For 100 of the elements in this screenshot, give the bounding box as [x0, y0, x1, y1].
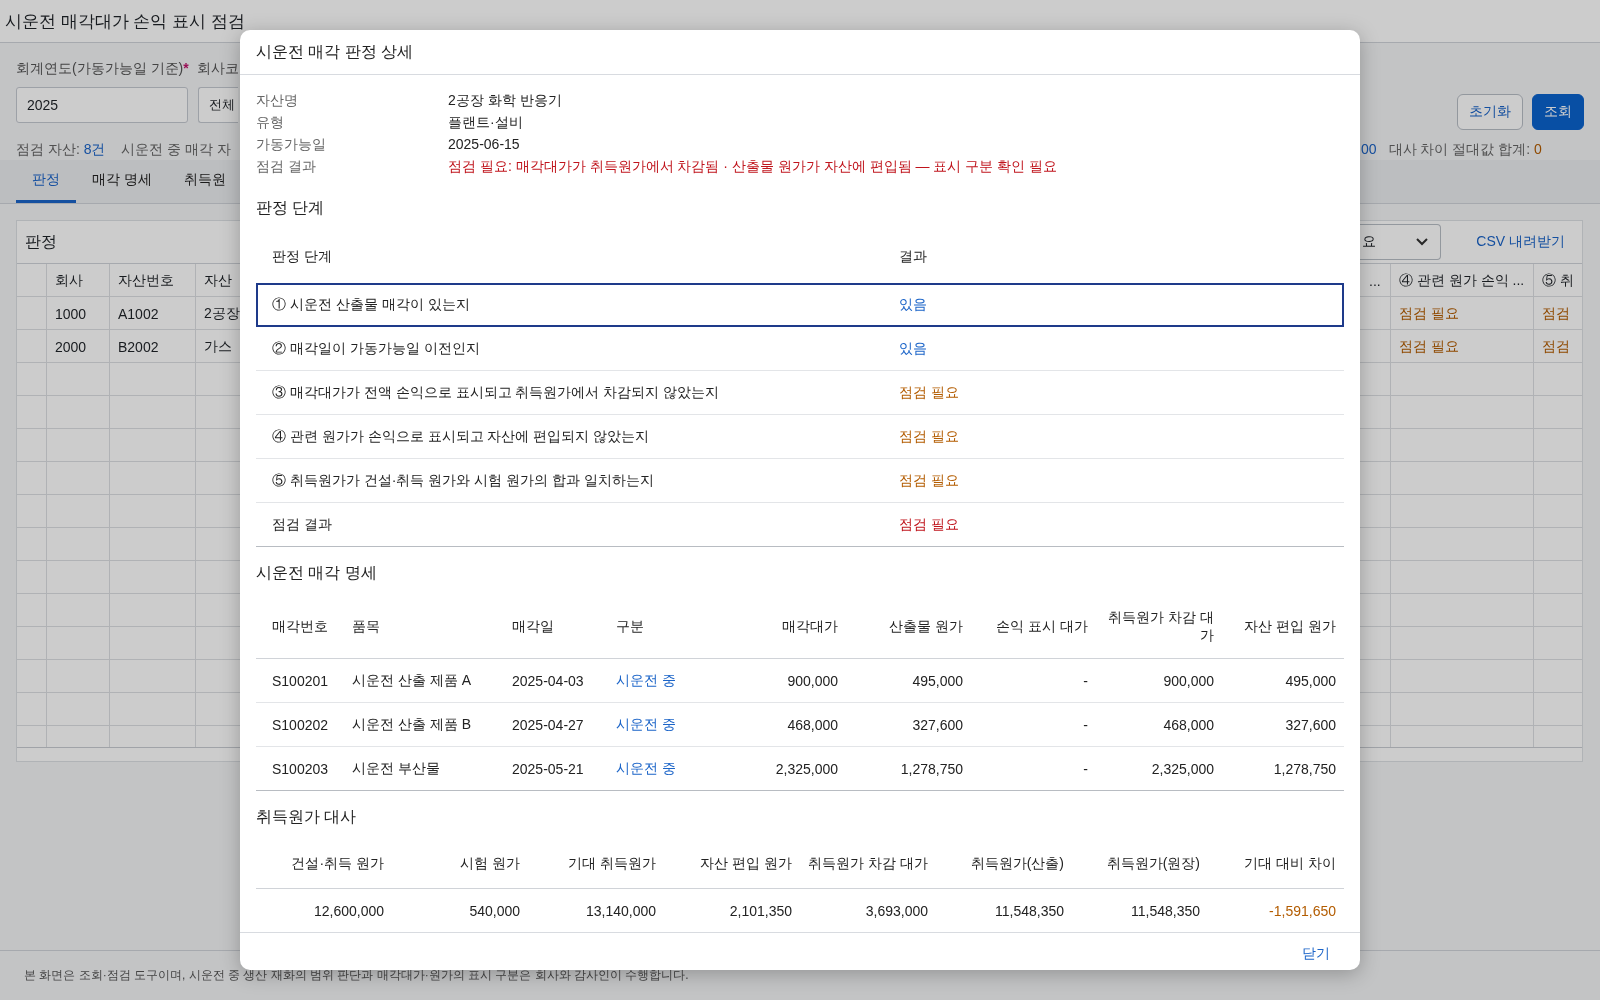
close-button[interactable]: 닫기	[1298, 941, 1334, 967]
summary-value: 0	[1534, 141, 1542, 157]
column-header: 취득원가(원장)	[1105, 855, 1201, 873]
step-row[interactable]: ④ 관련 원가가 손익으로 표시되고 자산에 편입되지 않았는지 점검 필요	[256, 415, 1344, 459]
column-header: ...	[1368, 271, 1382, 291]
section-title: 판정 단계	[256, 198, 326, 218]
tab[interactable]: 판정	[16, 160, 76, 203]
column-header: 손익 표시 대가	[995, 618, 1089, 636]
column-header: 산출물 원가	[888, 618, 964, 636]
column-header: 매각대가	[781, 618, 839, 636]
column-header: 자산	[203, 270, 233, 290]
table-cell-text: -	[1082, 760, 1089, 777]
csv-download-link[interactable]: CSV 내려받기	[1476, 233, 1565, 251]
summary-value: 00	[1361, 141, 1377, 157]
step-row[interactable]: ② 매각일이 가동가능일 이전인지 있음	[256, 327, 1344, 371]
column-header: 결과	[899, 248, 928, 266]
section-title: 취득원가 대사	[256, 807, 358, 827]
column-header: 취득원가(산출)	[969, 855, 1065, 873]
field-label: 자산명	[256, 91, 299, 110]
table-cell-text: 점검 필요	[1398, 336, 1460, 356]
table-cell-text: 495,000	[911, 672, 964, 689]
summary-label: 점검 자산:	[16, 141, 80, 157]
column-header: 매각일	[512, 618, 555, 636]
field-label: 회계연도(가동가능일 기준)*	[16, 60, 189, 78]
table-cell-text: 13,140,000	[584, 902, 657, 919]
tab[interactable]: 취득원	[167, 160, 226, 203]
summary-label: 대사 차이 절대값 합계:	[1388, 141, 1531, 157]
table-cell-text: 540,000	[468, 902, 521, 919]
table-cell-text: B2002	[117, 337, 160, 357]
year-field[interactable]: 2025	[16, 87, 188, 123]
company-select[interactable]: 전체	[198, 87, 238, 123]
field-label: 가동가능일	[256, 135, 327, 154]
table-cell-text: S100202	[271, 716, 330, 733]
reset-button[interactable]: 초기화	[1457, 94, 1523, 130]
table-cell-text: 3,693,000	[864, 902, 929, 919]
column-header: 자산 편입 원가	[1243, 618, 1337, 636]
field-label: 회사코	[196, 60, 239, 78]
field-value: 2공장 화학 반응기	[448, 91, 563, 110]
column-header: 구분	[616, 618, 645, 636]
table-cell-text: 468,000	[1162, 716, 1215, 733]
table-cell-text: 1,278,750	[899, 760, 964, 777]
tab[interactable]: 매각 명세	[76, 160, 168, 203]
table-cell-text: 11,548,350	[1129, 902, 1201, 919]
column-header: 건설·취득 원가	[290, 855, 385, 873]
table-cell-text: S100203	[271, 760, 330, 777]
column-header: 회사	[54, 270, 84, 290]
table-cell-text: 468,000	[786, 716, 839, 733]
column-header: 매각번호	[271, 618, 329, 636]
table-cell-text: 시운전 중	[616, 759, 677, 778]
table-cell-text: 1000	[54, 304, 88, 324]
column-header: ④ 관련 원가 손익 ...	[1398, 270, 1526, 290]
table-cell-text: -	[1082, 716, 1089, 733]
column-header: 품목	[352, 618, 381, 636]
table-cell-text: 점검 필요	[1398, 303, 1460, 323]
table-cell-text: 시운전 중	[616, 715, 677, 734]
chevron-down-icon	[1416, 238, 1429, 246]
table-cell-text: 11,548,350	[993, 902, 1065, 919]
panel-title: 판정	[25, 231, 57, 252]
table-cell-text: 가스	[203, 336, 233, 356]
table-cell-text: 2025-05-21	[512, 760, 585, 777]
table-cell-text: 시운전 부산물	[352, 759, 441, 778]
table-cell-text: 점검	[1541, 303, 1571, 323]
table-cell-text: 2025-04-03	[512, 672, 585, 689]
table-cell-text: 900,000	[1162, 672, 1215, 689]
table-cell-text: 1,278,750	[1272, 760, 1337, 777]
step-row[interactable]: ⑤ 취득원가가 건설·취득 원가와 시험 원가의 합과 일치하는지 점검 필요	[256, 459, 1344, 503]
field-value: 점검 필요: 매각대가가 취득원가에서 차감됨 · 산출물 원가가 자산에 편입됨 — 표시 구분 확인 필요	[448, 157, 1058, 176]
section-title: 시운전 매각 명세	[256, 563, 378, 583]
step-row[interactable]: 점검 결과 점검 필요	[256, 503, 1344, 547]
table-cell-text: -	[1082, 672, 1089, 689]
table-cell-text: 시운전 중	[616, 671, 677, 690]
table-cell-text: 시운전 산출 제품 A	[352, 671, 472, 690]
table-cell-text: 12,600,000	[312, 902, 385, 919]
column-header: 기대 대비 차이	[1243, 855, 1337, 873]
summary-label: 시운전 중 매각 자	[121, 141, 232, 157]
column-header: 자산번호	[117, 270, 175, 290]
column-header: 취득원가 차감 대가	[1107, 609, 1215, 645]
table-cell-text: 2,101,350	[728, 902, 793, 919]
step-row[interactable]: ① 시운전 산출물 매각이 있는지 있음	[256, 283, 1344, 327]
table-cell-text: 2000	[54, 337, 88, 357]
step-row[interactable]: ③ 매각대가가 전액 손익으로 표시되고 취득원가에서 차감되지 않았는지 점검 필요	[256, 371, 1344, 415]
table-cell-text: 327,600	[911, 716, 964, 733]
table-cell-text: 2,325,000	[774, 760, 839, 777]
table-cell-text: S100201	[271, 672, 330, 689]
column-header: 시험 원가	[459, 855, 521, 873]
table-cell-text: A1002	[117, 304, 160, 324]
table-cell-text: -1,591,650	[1268, 902, 1337, 919]
column-header: ⑤ 취	[1541, 270, 1575, 290]
field-label: 점검 결과	[256, 157, 317, 176]
table-cell-text: 시운전 산출 제품 B	[352, 715, 472, 734]
dialog-title: 시운전 매각 판정 상세	[256, 41, 414, 62]
table-cell-text: 327,600	[1284, 716, 1337, 733]
field-value: 2025-06-15	[448, 135, 521, 154]
footer-note: 본 화면은 조회·점검 도구이며, 시운전 중 생산 재화의 범위 판단과 매각대가·원가의 표시 구분은 회사와 감사인이 수행합니다.	[24, 967, 689, 984]
table-cell-text: 2025-04-27	[512, 716, 585, 733]
column-header: 기대 취득원가	[567, 855, 657, 873]
search-button[interactable]: 조회	[1532, 94, 1584, 130]
table-cell-text: 900,000	[786, 672, 839, 689]
field-label: 유형	[256, 113, 285, 132]
page-title: 시운전 매각대가 손익 표시 점검	[5, 10, 245, 33]
